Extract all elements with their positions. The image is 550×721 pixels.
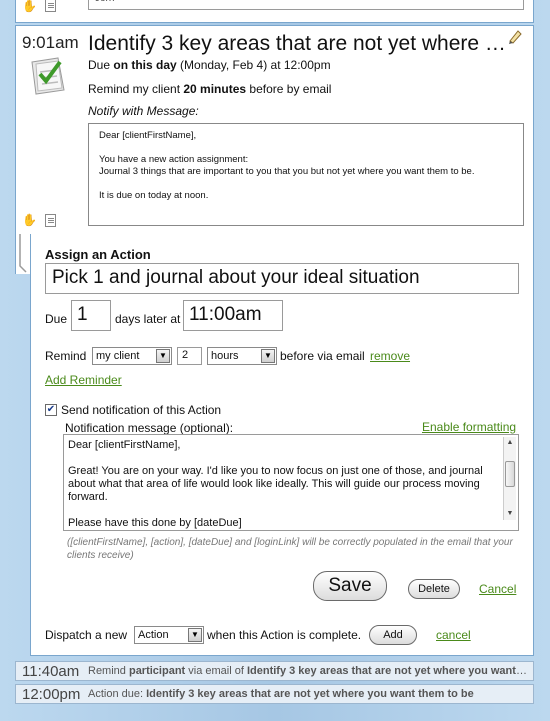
message-line: You have a new action assignment: <box>99 154 249 165</box>
textarea-line: Great! You are on your way. I'd like you… <box>68 465 483 503</box>
event-time: 9:01am <box>22 33 79 52</box>
action-checklist-icon <box>31 57 65 95</box>
textarea-spacer <box>68 452 514 465</box>
message-line: It is due on today at noon. <box>99 190 209 201</box>
remind-unit-select[interactable]: hours ▼ <box>207 347 277 365</box>
scroll-down-icon[interactable]: ▼ <box>505 509 515 519</box>
days-later-label: days later at <box>115 312 181 326</box>
due-label: Due <box>45 312 68 326</box>
assign-action-panel: Assign an Action Pick 1 and journal abou… <box>30 234 534 656</box>
remind-suffix: before via email <box>280 349 365 363</box>
chevron-down-icon: ▼ <box>188 628 202 642</box>
event-title: Identify 3 key areas that are not yet wh… <box>88 32 508 55</box>
add-reminder-link[interactable]: Add Reminder <box>45 373 122 387</box>
timeline-time: 11:40am <box>22 663 80 680</box>
enable-formatting-link[interactable]: Enable formatting <box>422 420 516 434</box>
notification-message-textarea[interactable]: Dear [clientFirstName], Great! You are o… <box>63 434 519 531</box>
notify-message-box: Dear [clientFirstName], You have a new a… <box>88 123 524 226</box>
message-line: Journal 3 things that are important to y… <box>99 166 475 177</box>
send-notification-label: Send notification of this Action <box>61 403 222 417</box>
message-line: Dear [clientFirstName], <box>99 130 197 141</box>
chevron-down-icon: ▼ <box>261 349 275 363</box>
due-line: Due on this day (Monday, Feb 4) at 12:00… <box>88 58 331 72</box>
dispatch-label: Dispatch a new <box>45 628 128 642</box>
timeline-row[interactable]: 12:00pm Action due: Identify 3 key areas… <box>15 684 534 704</box>
remind-amount-input[interactable]: 2 <box>177 347 202 365</box>
drag-hand-icon[interactable]: ✋ <box>22 214 37 226</box>
dispatch-type-select[interactable]: Action ▼ <box>134 626 204 644</box>
copy-icon[interactable] <box>45 214 56 227</box>
textarea-spacer <box>68 504 514 517</box>
remove-reminder-link[interactable]: remove <box>370 349 410 363</box>
textarea-line: Dear [clientFirstName], <box>68 439 181 451</box>
previous-message-box: Jorn <box>88 0 524 10</box>
action-text-input[interactable]: Pick 1 and journal about your ideal situ… <box>45 263 519 294</box>
copy-icon[interactable] <box>45 0 56 12</box>
remind-who-value: my client <box>96 350 140 362</box>
timeline-row[interactable]: 11:40am Remind participant via email of … <box>15 661 534 681</box>
event-card: 9:01am Identify 3 key areas that are not… <box>15 25 534 235</box>
notify-label: Notify with Message: <box>88 104 199 118</box>
placeholder-hint: ([clientFirstName], [action], [dateDue] … <box>67 537 513 561</box>
previous-event-card: Jorn ✋ <box>15 0 534 23</box>
delete-button[interactable]: Delete <box>408 579 460 599</box>
remind-line: Remind my client 20 minutes before by em… <box>88 82 332 96</box>
dispatch-suffix: when this Action is complete. <box>207 628 362 642</box>
save-button[interactable]: Save <box>313 571 387 601</box>
timeline-description: Remind participant via email of Identify… <box>88 665 528 677</box>
due-time-input[interactable]: 11:00am <box>183 300 283 331</box>
add-dispatch-button[interactable]: Add <box>369 625 417 645</box>
scroll-thumb[interactable] <box>505 461 515 487</box>
remind-label: Remind <box>45 349 87 363</box>
textarea-scrollbar[interactable]: ▲ ▼ <box>503 437 516 520</box>
due-days-input[interactable]: 1 <box>71 300 111 331</box>
connector-tab <box>15 234 31 274</box>
chevron-down-icon: ▼ <box>156 349 170 363</box>
edit-pencil-icon[interactable] <box>507 28 523 44</box>
remind-who-select[interactable]: my client ▼ <box>92 347 172 365</box>
textarea-line: Please have this done by [dateDue] <box>68 517 242 529</box>
cancel-dispatch-link[interactable]: cancel <box>436 628 471 642</box>
send-notification-checkbox[interactable]: ✔ <box>45 404 57 416</box>
timeline-time: 12:00pm <box>22 686 81 703</box>
notification-message-label: Notification message (optional): <box>65 421 234 435</box>
dispatch-type-value: Action <box>138 629 169 641</box>
assign-heading: Assign an Action <box>45 247 151 262</box>
drag-hand-icon[interactable]: ✋ <box>22 0 37 12</box>
scroll-up-icon[interactable]: ▲ <box>505 438 515 448</box>
timeline-description: Action due: Identify 3 key areas that ar… <box>88 688 474 700</box>
remind-unit-value: hours <box>211 350 239 362</box>
cancel-link[interactable]: Cancel <box>479 582 516 596</box>
